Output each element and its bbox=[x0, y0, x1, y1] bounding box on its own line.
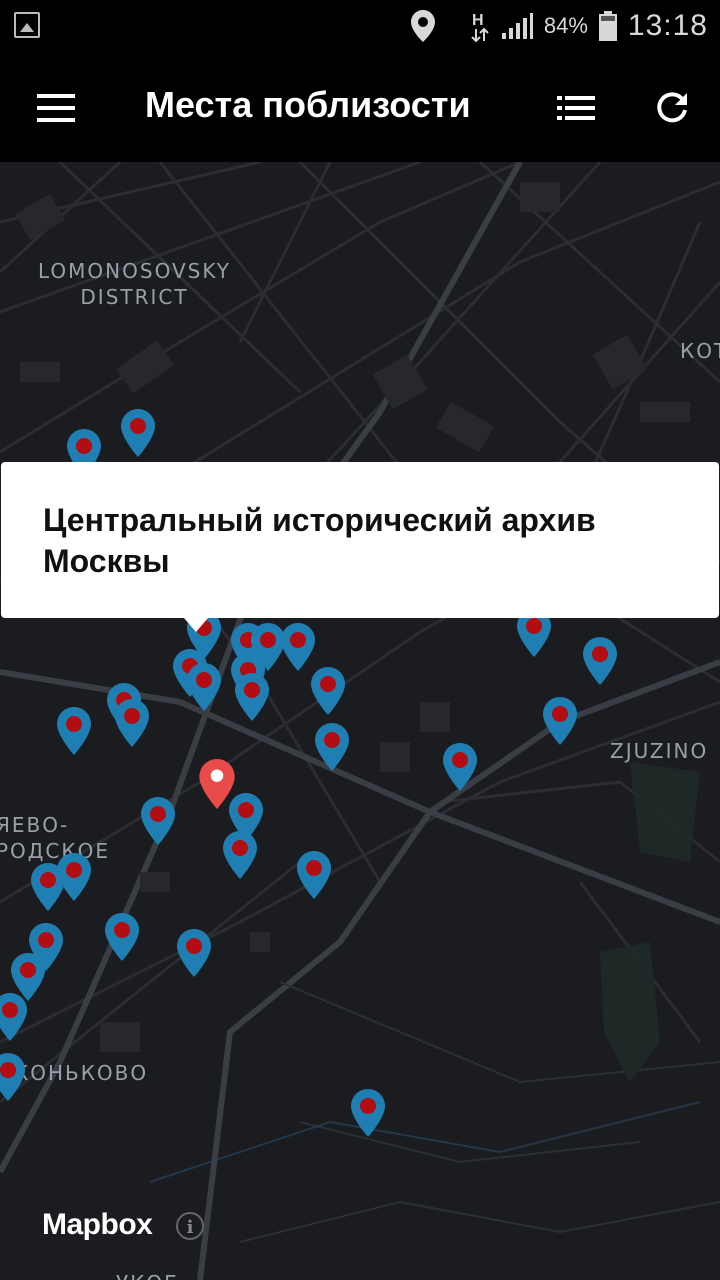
place-marker[interactable] bbox=[114, 698, 150, 748]
page-title: Места поблизости bbox=[145, 84, 471, 125]
popup-tail bbox=[184, 618, 208, 632]
district-label-kot: КОТ bbox=[680, 339, 720, 363]
svg-text:H: H bbox=[472, 12, 484, 29]
mapbox-logo[interactable]: Mapbox bbox=[42, 1208, 153, 1242]
popup-title: Центральный исторический архив Москвы bbox=[43, 502, 596, 579]
refresh-icon bbox=[657, 92, 687, 123]
h-network-icon: H bbox=[471, 12, 489, 43]
map-view[interactable]: LOMONOSOVSKY DISTRICT КОТ ZJUZINO ЯЕВО- … bbox=[0, 162, 720, 1280]
place-marker[interactable] bbox=[104, 912, 140, 962]
battery-percent: 84% bbox=[543, 13, 588, 38]
place-marker[interactable] bbox=[582, 636, 618, 686]
district-lomonosovsky-line1: LOMONOSOVSKY bbox=[38, 259, 231, 283]
place-marker[interactable] bbox=[442, 742, 478, 792]
district-label-konkovo: КОНЬКОВО bbox=[14, 1061, 149, 1085]
selected-place-marker[interactable] bbox=[198, 758, 236, 810]
place-marker[interactable] bbox=[176, 928, 212, 978]
district-label-cheremushki: ЯЕВО- РОДСКОЕ bbox=[0, 812, 110, 864]
place-marker[interactable] bbox=[542, 696, 578, 746]
place-marker[interactable] bbox=[186, 662, 222, 712]
place-marker[interactable] bbox=[0, 1052, 26, 1102]
refresh-button[interactable] bbox=[642, 80, 702, 136]
district-label-zjuzino: ZJUZINO bbox=[610, 739, 709, 763]
place-popup[interactable]: Центральный исторический архив Москвы bbox=[1, 462, 719, 632]
list-view-button[interactable] bbox=[546, 80, 606, 136]
gallery-icon bbox=[14, 12, 40, 38]
clock: 13:18 bbox=[627, 9, 708, 42]
menu-icon bbox=[37, 94, 75, 122]
status-bar: H 84% 13:18 bbox=[0, 0, 720, 52]
district-label-lomonosovsky: LOMONOSOVSKY DISTRICT bbox=[38, 258, 231, 310]
place-marker[interactable] bbox=[310, 666, 346, 716]
place-marker[interactable] bbox=[56, 852, 92, 902]
district-cheremushki-line2: РОДСКОЕ bbox=[0, 839, 110, 863]
district-lomonosovsky-line2: DISTRICT bbox=[80, 285, 189, 309]
menu-button[interactable] bbox=[26, 80, 86, 136]
attribution-info-icon[interactable]: i bbox=[176, 1212, 204, 1240]
place-marker[interactable] bbox=[140, 796, 176, 846]
district-label-bottom: УКОЕ bbox=[116, 1270, 179, 1280]
place-marker[interactable] bbox=[56, 706, 92, 756]
place-marker[interactable] bbox=[296, 850, 332, 900]
place-marker[interactable] bbox=[0, 992, 28, 1042]
place-marker[interactable] bbox=[350, 1088, 386, 1138]
place-marker[interactable] bbox=[280, 622, 316, 672]
signal-icon bbox=[501, 13, 533, 39]
place-marker[interactable] bbox=[222, 830, 258, 880]
place-marker[interactable] bbox=[120, 408, 156, 458]
location-icon bbox=[410, 10, 435, 42]
place-marker[interactable] bbox=[234, 672, 270, 722]
district-cheremushki-line1: ЯЕВО- bbox=[0, 813, 70, 837]
app-bar: Места поблизости bbox=[0, 52, 720, 162]
battery-icon bbox=[598, 11, 617, 41]
list-icon bbox=[557, 96, 595, 120]
place-marker[interactable] bbox=[314, 722, 350, 772]
